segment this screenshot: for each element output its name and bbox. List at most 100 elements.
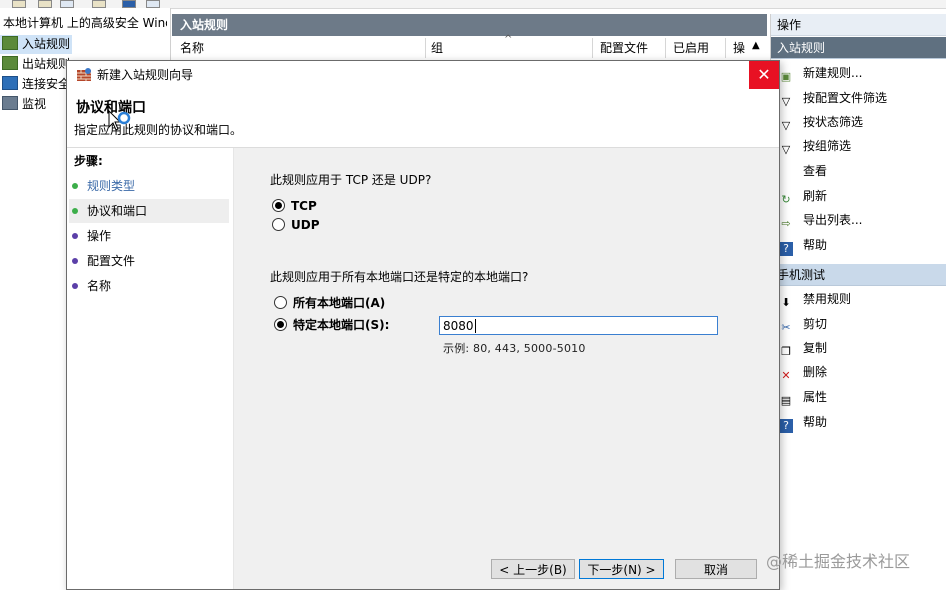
scroll-up-icon[interactable]: ▲ (752, 40, 760, 51)
tree-item-monitor[interactable]: 监视 (0, 95, 46, 114)
action-cut[interactable]: ✂ 剪切 (779, 313, 827, 335)
close-button[interactable]: ✕ (749, 61, 779, 89)
radio-selected-icon (272, 199, 285, 212)
action-label: 属性 (803, 390, 828, 404)
ports-question: 此规则应用于所有本地端口还是特定的本地端口? (270, 270, 529, 284)
action-new-rule[interactable]: ▣ 新建规则... (779, 62, 863, 84)
action-label: 导出列表... (803, 213, 863, 227)
back-button[interactable]: < 上一步(B) (491, 559, 575, 579)
action-label: 帮助 (803, 238, 828, 252)
action-properties[interactable]: ▤ 属性 (779, 386, 827, 408)
action-label: 剪切 (803, 317, 828, 331)
step-name[interactable]: 名称 (69, 274, 229, 298)
disable-icon: ⬇ (781, 296, 791, 309)
radio-all-ports[interactable]: 所有本地端口(A) (274, 294, 385, 312)
tree-item-label: 入站规则 (22, 37, 71, 51)
help-icon: ? (779, 419, 793, 433)
action-filter-profile[interactable]: ▽ 按配置文件筛选 (779, 87, 887, 109)
action-label: 按配置文件筛选 (803, 91, 888, 105)
radio-label: 所有本地端口(A) (293, 296, 386, 310)
port-input[interactable]: 8080 (439, 316, 718, 335)
view-icon (779, 164, 793, 178)
export-icon: ⇨ (781, 217, 791, 230)
step-label: 名称 (87, 279, 112, 293)
back-icon[interactable] (12, 0, 26, 8)
delete-icon: ✕ (781, 369, 791, 382)
help-icon: ? (779, 242, 793, 256)
actions-section-inbound[interactable]: 入站规则 (771, 37, 946, 59)
copy-icon: ❐ (781, 345, 791, 358)
action-label: 禁用规则 (803, 292, 852, 306)
radio-udp[interactable]: UDP (272, 216, 320, 234)
step-label: 配置文件 (87, 254, 136, 268)
tree-item-connection-security[interactable]: 连接安全 (0, 75, 70, 94)
radio-label: TCP (291, 199, 317, 213)
column-separator[interactable] (725, 38, 726, 58)
radio-label: 特定本地端口(S): (293, 318, 390, 332)
column-separator[interactable] (425, 38, 426, 58)
action-filter-state[interactable]: ▽ 按状态筛选 (779, 111, 863, 133)
step-complete-dot-icon (72, 183, 78, 189)
folder-icon[interactable] (92, 0, 106, 8)
action-help[interactable]: ? 帮助 (779, 234, 827, 256)
next-button[interactable]: 下一步(N) > (579, 559, 664, 579)
action-label: 帮助 (803, 415, 828, 429)
protocol-question: 此规则应用于 TCP 还是 UDP? (270, 173, 432, 187)
busy-cursor-icon (108, 110, 131, 131)
tree-item-label: 监视 (22, 97, 47, 111)
wizard-content: 此规则应用于 TCP 还是 UDP? TCP UDP 此规则应用于所有本地端口还… (234, 148, 779, 589)
action-refresh[interactable]: ↻ 刷新 (779, 185, 827, 207)
cut-icon: ✂ (781, 321, 791, 334)
filter-icon: ▽ (781, 95, 791, 108)
action-label: 按状态筛选 (803, 115, 864, 129)
column-header-name[interactable]: 名称 (180, 37, 204, 59)
text-caret (474, 319, 476, 333)
step-profile[interactable]: 配置文件 (69, 249, 229, 273)
tree-item-outbound[interactable]: 出站规则 (0, 55, 70, 74)
action-export[interactable]: ⇨ 导出列表... (779, 209, 862, 231)
step-protocol-ports[interactable]: 协议和端口 (69, 199, 229, 223)
action-copy[interactable]: ❐ 复制 (779, 337, 827, 359)
step-action[interactable]: 操作 (69, 224, 229, 248)
tree-item-inbound[interactable]: 入站规则 (0, 35, 72, 54)
radio-tcp[interactable]: TCP (272, 197, 317, 215)
step-rule-type[interactable]: 规则类型 (69, 174, 229, 198)
action-help-rule[interactable]: ? 帮助 (779, 411, 827, 433)
sort-ascending-icon: ^ (504, 34, 513, 45)
action-disable-rule[interactable]: ⬇ 禁用规则 (779, 288, 851, 310)
actions-section-rule[interactable]: 手机测试 (771, 264, 946, 286)
panel-icon[interactable] (146, 0, 160, 8)
actions-pane-title: 操作 (771, 14, 946, 36)
radio-specific-ports[interactable]: 特定本地端口(S): (274, 316, 389, 334)
cancel-button[interactable]: 取消 (675, 559, 757, 579)
page-subtitle: 指定应用此规则的协议和端口。 (74, 123, 243, 137)
column-header-profile[interactable]: 配置文件 (600, 37, 648, 59)
action-delete[interactable]: ✕ 删除 (779, 361, 827, 383)
column-header-action[interactable]: 操 (733, 37, 749, 59)
wizard-header: 协议和端口 指定应用此规则的协议和端口。 (67, 89, 779, 148)
action-view[interactable]: 查看 (779, 160, 827, 182)
column-header-group[interactable]: 组 (431, 37, 443, 59)
folder-icon[interactable] (38, 0, 52, 8)
action-label: 删除 (803, 365, 828, 379)
radio-unselected-icon (272, 218, 285, 231)
step-pending-dot-icon (72, 283, 78, 289)
action-label: 复制 (803, 341, 828, 355)
column-separator[interactable] (665, 38, 666, 58)
column-header-enabled[interactable]: 已启用 (673, 37, 709, 59)
outbound-rules-icon (2, 56, 18, 70)
steps-title: 步骤: (74, 154, 103, 168)
radio-unselected-icon (274, 296, 287, 309)
step-pending-dot-icon (72, 233, 78, 239)
grid-icon[interactable] (60, 0, 74, 8)
actions-pane: 操作 入站规则 ▣ 新建规则... ▽ 按配置文件筛选 ▽ 按状态筛选 ▽ 按组筛选 查… (770, 14, 946, 588)
dialog-titlebar[interactable]: 新建入站规则向导 ✕ (67, 61, 779, 89)
help-icon[interactable] (122, 0, 136, 8)
watermark: @稀土掘金技术社区 (766, 552, 911, 571)
action-filter-group[interactable]: ▽ 按组筛选 (779, 135, 851, 157)
new-rule-icon: ▣ (780, 70, 792, 83)
tree-root[interactable]: 本地计算机 上的高级安全 Windows (3, 14, 167, 33)
connection-security-icon (2, 76, 18, 90)
tree-root-label: 本地计算机 上的高级安全 Windows (3, 16, 167, 30)
column-separator[interactable] (592, 38, 593, 58)
